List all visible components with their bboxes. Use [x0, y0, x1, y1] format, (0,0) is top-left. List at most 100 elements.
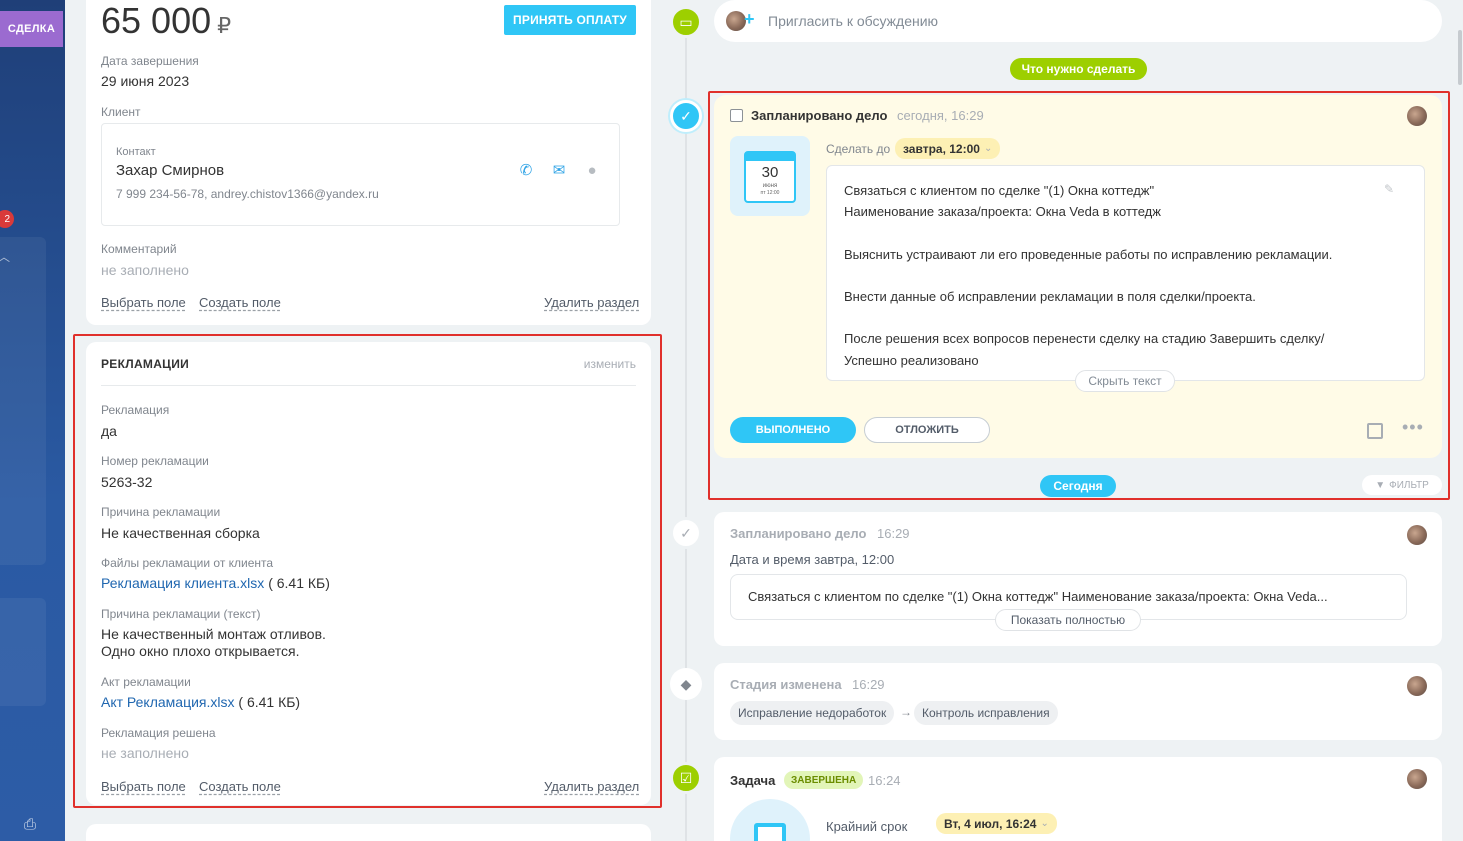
create-field-link[interactable]: Создать поле: [199, 295, 281, 310]
hide-text-button[interactable]: Скрыть текст: [1075, 370, 1175, 392]
comment-value[interactable]: не заполнено: [101, 262, 189, 278]
divider: [101, 385, 636, 386]
stage-from: Исправление недоработок: [730, 701, 895, 725]
note-icon[interactable]: [1367, 423, 1383, 439]
today-pill: Сегодня: [1040, 475, 1116, 497]
pencil-icon[interactable]: ✎: [1384, 182, 1394, 196]
event-title: Запланировано дело: [730, 526, 867, 541]
arrow-right-icon: →: [900, 705, 912, 719]
contact-name[interactable]: Захар Смирнов: [116, 162, 224, 179]
deadline-chip[interactable]: Вт, 4 июл, 16:24 ⌄: [936, 813, 1057, 834]
event-time: 16:24: [868, 773, 901, 788]
todo-pill: Что нужно сделать: [1010, 58, 1147, 80]
phone-icon[interactable]: ✆: [516, 160, 536, 180]
more-icon[interactable]: •••: [1402, 417, 1424, 438]
status-badge: ЗАВЕРШЕНА: [784, 771, 864, 789]
event-time: 16:29: [877, 526, 910, 541]
calendar-icon: 30 июня пт 12:00: [730, 136, 810, 216]
claim-act-value: Акт Рекламация.xlsx ( 6.41 КБ): [101, 694, 300, 710]
delete-section-link[interactable]: Удалить раздел: [544, 779, 639, 794]
entity-tag[interactable]: СДЕЛКА: [0, 11, 63, 47]
claim-reason-text-line2[interactable]: Одно окно плохо открывается.: [101, 643, 300, 659]
plus-icon[interactable]: +: [744, 9, 755, 29]
avatar: [726, 11, 746, 31]
section-title: РЕКЛАМАЦИИ: [101, 357, 190, 371]
choose-field-link[interactable]: Выбрать поле: [101, 295, 186, 310]
claims-section-card: РЕКЛАМАЦИИ изменить Рекламация да Номер …: [86, 342, 651, 805]
chat-icon[interactable]: ●: [582, 160, 602, 180]
avatar[interactable]: [1407, 676, 1427, 696]
show-full-button[interactable]: Показать полностью: [995, 609, 1141, 631]
claim-number-value[interactable]: 5263-32: [101, 474, 152, 490]
scrollbar[interactable]: [1458, 30, 1462, 85]
claim-file-link[interactable]: Рекламация клиента.xlsx: [101, 575, 264, 591]
next-section-card: [86, 824, 651, 841]
comment-label: Комментарий: [101, 242, 177, 256]
activity-card: Запланировано дело сегодня, 16:29 30 июн…: [714, 95, 1442, 458]
postpone-button[interactable]: ОТЛОЖИТЬ: [864, 417, 990, 443]
avatar[interactable]: [1407, 106, 1427, 126]
avatar[interactable]: [1407, 769, 1427, 789]
print-icon[interactable]: ⎙: [24, 816, 42, 833]
left-rail: СДЕЛКА 2 ︿ ⎙: [0, 0, 65, 841]
claim-reason-text-line1[interactable]: Не качественный монтаж отливов.: [101, 626, 326, 642]
file-size: ( 6.41 КБ): [268, 575, 330, 591]
filter-icon: ▼: [1375, 479, 1386, 491]
currency-sign: ₽: [217, 13, 232, 38]
event-subtitle: Дата и время завтра, 12:00: [730, 552, 895, 567]
history-event-activity: Запланировано дело 16:29 Дата и время за…: [714, 512, 1442, 646]
chevron-up-icon[interactable]: ︿: [0, 248, 10, 265]
event-time: 16:29: [852, 677, 885, 692]
close-date-label: Дата завершения: [101, 54, 199, 68]
activity-checkbox[interactable]: [730, 109, 743, 122]
activity-time: сегодня, 16:29: [897, 108, 984, 123]
history-event-task: Задача ЗАВЕРШЕНА 16:24 Крайний срок Вт, …: [714, 757, 1442, 841]
event-title: Задача: [730, 773, 776, 788]
stage-to: Контроль исправления: [914, 701, 1058, 725]
avatar[interactable]: [1407, 525, 1427, 545]
check-circle-icon: ✓: [670, 100, 702, 132]
claim-files-label: Файлы рекламации от клиента: [101, 556, 274, 570]
event-title: Стадия изменена: [730, 677, 842, 692]
task-icon: [730, 799, 810, 841]
create-field-link[interactable]: Создать поле: [199, 779, 281, 794]
calendar-weekday: пт 12:00: [760, 190, 780, 196]
close-date-value[interactable]: 29 июня 2023: [101, 73, 189, 89]
chevron-down-icon: ⌄: [983, 143, 993, 154]
claim-act-label: Акт рекламации: [101, 675, 191, 689]
rail-panel: [0, 237, 46, 565]
deadline-label: Крайний срок: [826, 819, 908, 834]
activity-description: Связаться с клиентом по сделке "(1) Окна…: [826, 165, 1425, 392]
claim-files-value: Рекламация клиента.xlsx ( 6.41 КБ): [101, 575, 330, 591]
deal-summary-card: 65 000 ₽ ПРИНЯТЬ ОПЛАТУ Дата завершения 2…: [86, 0, 651, 325]
claim-value[interactable]: да: [101, 423, 117, 439]
due-label: Сделать до: [826, 142, 891, 156]
deal-amount: 65 000 ₽: [101, 0, 232, 41]
claim-reason-value[interactable]: Не качественная сборка: [101, 525, 260, 541]
mail-icon[interactable]: ✉: [549, 160, 569, 180]
claim-resolved-value[interactable]: не заполнено: [101, 745, 189, 761]
calendar-month: июня: [762, 183, 778, 189]
accept-payment-button[interactable]: ПРИНЯТЬ ОПЛАТУ: [504, 5, 636, 35]
event-text: Связаться с клиентом по сделке "(1) Окна…: [748, 589, 1328, 604]
history-event-stage: Стадия изменена 16:29 Исправление недора…: [714, 663, 1442, 740]
done-button[interactable]: ВЫПОЛНЕНО: [730, 417, 856, 443]
filter-button[interactable]: ▼ ФИЛЬТР: [1362, 475, 1442, 495]
timeline-line: [685, 30, 687, 841]
claim-number-label: Номер рекламации: [101, 454, 209, 468]
task-check-icon: ☑: [670, 762, 702, 794]
claim-reason-text-label: Причина рекламации (текст): [101, 607, 261, 621]
due-date-chip[interactable]: завтра, 12:00 ⌄: [895, 138, 1001, 159]
invite-text: Пригласить к обсуждению: [768, 13, 939, 29]
claim-act-link[interactable]: Акт Рекламация.xlsx: [101, 694, 235, 710]
claim-label: Рекламация: [101, 403, 170, 417]
claim-reason-label: Причина рекламации: [101, 505, 221, 519]
description-text: Связаться с клиентом по сделке "(1) Окна…: [844, 183, 1333, 368]
contact-details: 7 999 234-56-78, andrey.chistov1366@yand…: [116, 187, 379, 201]
claim-resolved-label: Рекламация решена: [101, 726, 216, 740]
choose-field-link[interactable]: Выбрать поле: [101, 779, 186, 794]
invite-discussion-bar[interactable]: + Пригласить к обсуждению: [714, 0, 1442, 42]
contact-block: Контакт Захар Смирнов 7 999 234-56-78, a…: [101, 123, 620, 226]
section-edit-link[interactable]: изменить: [584, 357, 636, 371]
delete-section-link[interactable]: Удалить раздел: [544, 295, 639, 310]
